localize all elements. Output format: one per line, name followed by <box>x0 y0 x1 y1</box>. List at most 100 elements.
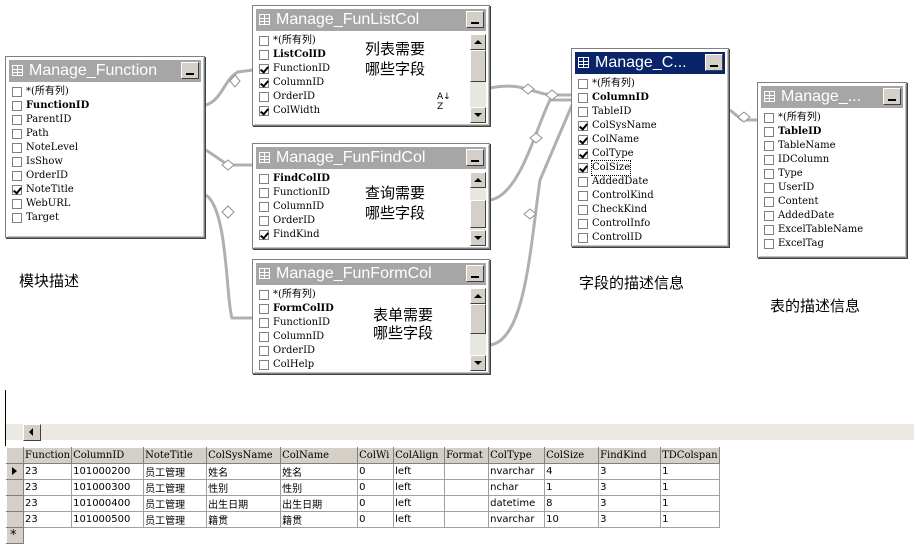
field-row[interactable]: Type <box>762 167 904 181</box>
scroll-left-button[interactable] <box>23 424 41 441</box>
field-row[interactable]: OrderID <box>257 214 467 228</box>
grid-cell[interactable]: 0 <box>357 495 395 512</box>
field-row[interactable]: Target <box>10 211 200 225</box>
grid-cell[interactable] <box>444 511 490 528</box>
field-row[interactable]: ColType <box>576 147 726 161</box>
grid-cell[interactable]: 101000300 <box>71 479 145 496</box>
grid-cell[interactable]: 员工管理 <box>143 479 208 496</box>
field-row[interactable]: ColSize <box>576 160 726 176</box>
table-title-bar[interactable]: Manage_FunFormCol <box>256 263 486 285</box>
field-checkbox[interactable] <box>12 87 22 97</box>
field-checkbox[interactable] <box>259 64 269 74</box>
field-checkbox[interactable] <box>578 121 588 131</box>
table-title-bar[interactable]: Manage_FunListCol <box>256 9 486 31</box>
field-row[interactable]: ListColID <box>257 48 467 62</box>
grid-cell[interactable] <box>444 479 490 496</box>
column-header[interactable]: Function <box>22 447 73 464</box>
grid-cell[interactable]: 姓名 <box>280 463 359 480</box>
field-checkbox[interactable] <box>764 183 774 193</box>
field-checkbox[interactable] <box>764 239 774 249</box>
table-title-bar[interactable]: Manage_FunFindCol <box>256 147 486 169</box>
grid-cell[interactable]: 8 <box>544 495 600 512</box>
field-checkbox[interactable] <box>259 36 269 46</box>
new-row[interactable]: * <box>6 527 720 544</box>
field-row[interactable]: FindColID <box>257 172 467 186</box>
table-title-bar[interactable]: Manage_C... <box>575 52 725 74</box>
table-manage-tables[interactable]: Manage_... *(所有列) TableID TableName IDColum… <box>757 82 907 258</box>
scroll-up-button[interactable] <box>470 34 486 50</box>
grid-cell[interactable]: 3 <box>598 495 662 512</box>
field-checkbox[interactable] <box>578 163 588 173</box>
field-row[interactable]: IsShow <box>10 155 200 169</box>
field-row[interactable]: ColumnID <box>257 330 467 344</box>
table-row[interactable]: 23 101000400 员工管理 出生日期 出生日期 0 left datetime 8 3 1 <box>6 495 720 512</box>
table-manage-funlistcol[interactable]: Manage_FunListCol *(所有列) ListColID Functio… <box>252 5 490 126</box>
column-header[interactable]: ColAlign <box>393 447 446 464</box>
grid-cell[interactable] <box>444 495 490 512</box>
field-checkbox[interactable] <box>259 346 269 356</box>
field-checkbox[interactable] <box>12 185 22 195</box>
field-checkbox[interactable] <box>12 143 22 153</box>
scroll-thumb[interactable] <box>470 200 486 228</box>
table-row[interactable]: 23 101000200 员工管理 姓名 姓名 0 left nvarchar 4 3 1 <box>6 463 720 480</box>
field-checkbox[interactable] <box>764 197 774 207</box>
grid-cell[interactable]: 101000500 <box>71 511 145 528</box>
grid-cell[interactable]: 10 <box>544 511 600 528</box>
field-row[interactable]: TableID <box>762 125 904 139</box>
column-header[interactable]: Format <box>444 447 490 464</box>
grid-cell[interactable]: left <box>393 495 446 512</box>
horizontal-scrollbar[interactable] <box>6 423 914 441</box>
field-checkbox[interactable] <box>764 169 774 179</box>
field-row[interactable]: *(所有列) <box>10 85 200 99</box>
field-checkbox[interactable] <box>578 149 588 159</box>
field-row[interactable]: TableName <box>762 139 904 153</box>
column-header[interactable]: ColumnID <box>71 447 145 464</box>
field-row[interactable]: FunctionID <box>10 99 200 113</box>
empty-cell[interactable] <box>280 527 358 544</box>
empty-cell[interactable] <box>143 527 207 544</box>
field-row[interactable]: ControlID <box>576 231 726 245</box>
field-row[interactable]: CheckKind <box>576 203 726 217</box>
field-checkbox[interactable] <box>259 106 269 116</box>
field-checkbox[interactable] <box>259 332 269 342</box>
field-row[interactable]: ExcelTag <box>762 237 904 251</box>
minimize-button[interactable] <box>883 88 901 105</box>
empty-cell[interactable] <box>357 527 394 544</box>
field-checkbox[interactable] <box>578 233 588 243</box>
grid-cell[interactable]: 1 <box>660 463 720 480</box>
field-checkbox[interactable] <box>12 171 22 181</box>
row-selector[interactable]: * <box>6 527 24 544</box>
field-checkbox[interactable] <box>764 113 774 123</box>
grid-cell[interactable]: 3 <box>598 511 662 528</box>
column-header[interactable]: ColName <box>280 447 359 464</box>
field-checkbox[interactable] <box>259 92 269 102</box>
grid-cell[interactable]: left <box>393 463 446 480</box>
field-checkbox[interactable] <box>259 78 269 88</box>
field-row[interactable]: *(所有列) <box>762 111 904 125</box>
grid-cell[interactable]: 23 <box>22 463 73 480</box>
field-row[interactable]: OrderID <box>257 90 467 104</box>
field-row[interactable]: FormColID <box>257 302 467 316</box>
field-row[interactable]: ControlKind <box>576 189 726 203</box>
field-row[interactable]: NoteLevel <box>10 141 200 155</box>
vertical-scrollbar[interactable] <box>470 288 486 371</box>
column-header[interactable]: ColSize <box>544 447 600 464</box>
minimize-button[interactable] <box>466 149 484 166</box>
field-row[interactable]: *(所有列) <box>257 288 467 302</box>
vertical-scrollbar[interactable] <box>470 172 486 246</box>
table-row[interactable]: 23 101000300 员工管理 性别 性别 0 left nchar 1 3 1 <box>6 479 720 496</box>
field-checkbox[interactable] <box>764 225 774 235</box>
table-row[interactable]: 23 101000500 员工管理 籍贯 籍贯 0 left nvarchar 10 3 1 <box>6 511 720 528</box>
grid-cell[interactable]: 101000200 <box>71 463 145 480</box>
column-header[interactable]: ColSysName <box>206 447 282 464</box>
column-header[interactable]: TDColspan <box>660 447 720 464</box>
field-checkbox[interactable] <box>578 107 588 117</box>
table-manage-function[interactable]: Manage_Function *(所有列) FunctionID ParentID… <box>5 56 205 238</box>
empty-cell[interactable] <box>206 527 281 544</box>
field-row[interactable]: ColSysName <box>576 119 726 133</box>
field-row[interactable]: ColumnID <box>257 76 467 90</box>
field-row[interactable]: ParentID <box>10 113 200 127</box>
row-selector[interactable] <box>6 479 24 496</box>
scroll-thumb[interactable] <box>470 50 486 82</box>
field-checkbox[interactable] <box>764 211 774 221</box>
